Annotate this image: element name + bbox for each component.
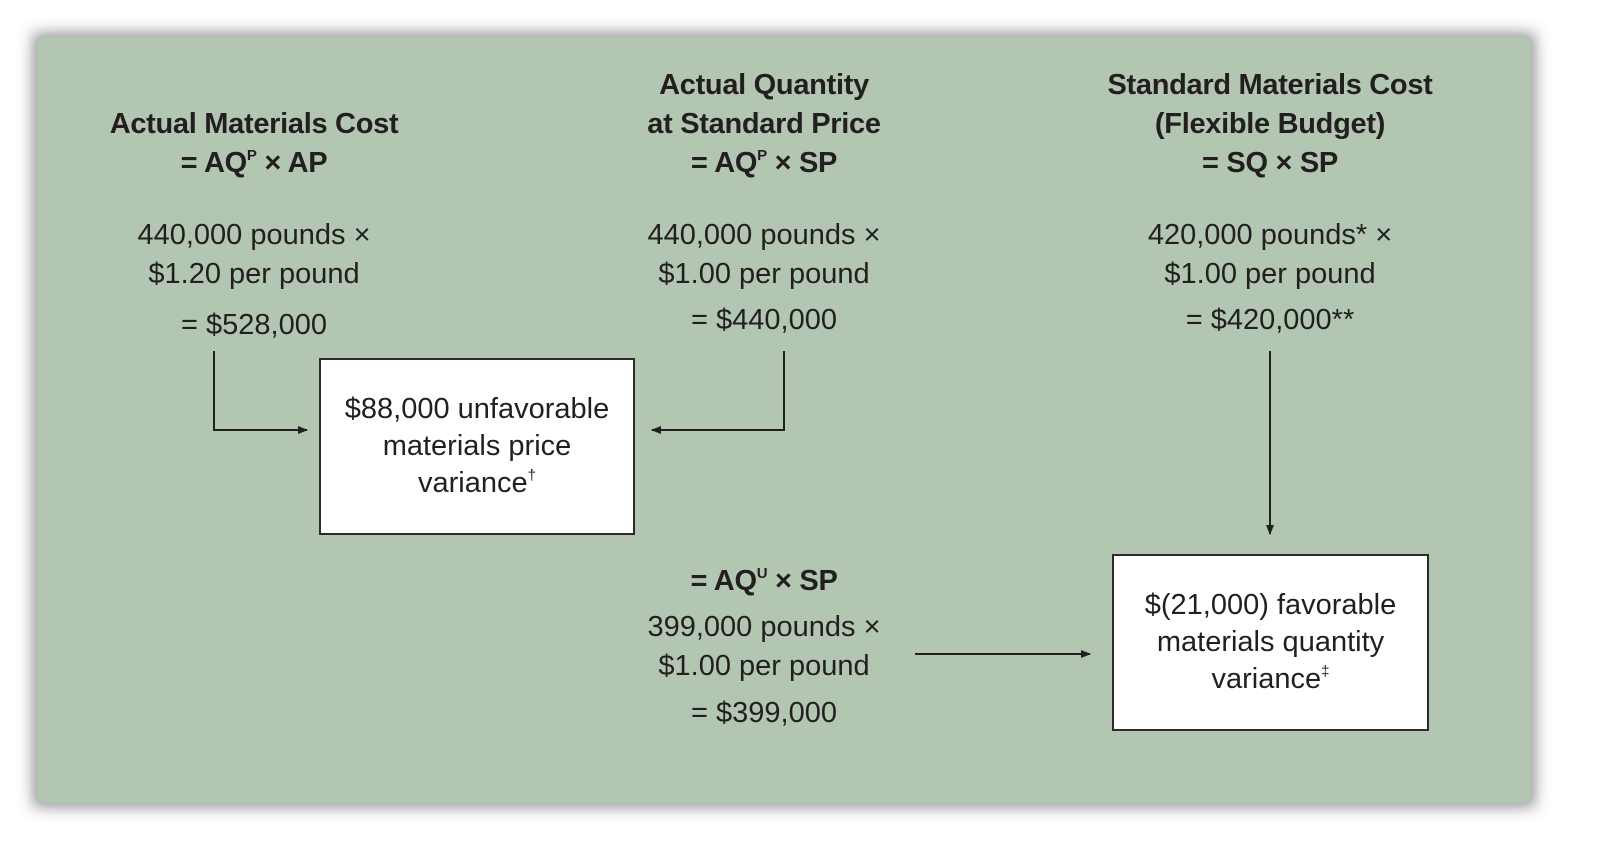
actual-cost-formula: = AQP × AP [180,147,328,179]
aq-sp-formula: = AQP × SP [690,147,838,179]
quantity-variance-box: $(21,000) favorable materials quantity v… [1112,554,1429,731]
superscript-u: U [756,565,768,582]
standard-cost-title-line2: (Flexible Budget) [1154,108,1386,140]
standard-cost-calc: 420,000 pounds* × $1.00 per pound [1148,216,1392,294]
aq-sp-calc: 440,000 pounds × $1.00 per pound [647,216,880,294]
standard-cost-formula: = SQ × SP [1202,147,1338,179]
aq-sp-title-line2: at Standard Price [647,108,881,140]
superscript-p: P [757,147,767,164]
aq-used-formula: = AQU × SP [690,565,838,597]
standard-cost-heading: Standard Materials Cost (Flexible Budget… [1107,66,1432,183]
standard-cost-title-line1: Standard Materials Cost [1107,69,1433,101]
actual-cost-calc: 440,000 pounds × $1.20 per pound [137,216,370,294]
double-dagger-footnote-mark: ‡ [1321,663,1330,680]
dagger-footnote-mark: † [527,467,536,484]
aq-sp-quantity: 440,000 pounds × [647,219,881,251]
aq-used-result: = $399,000 [691,697,837,729]
standard-cost-result: = $420,000** [1185,304,1355,336]
aq-sp-heading: Actual Quantity at Standard Price = AQP … [647,66,881,183]
aq-used-quantity: 399,000 pounds × [647,611,881,643]
aq-sp-price: $1.00 per pound [658,258,870,290]
price-variance-amount: $88,000 unfavorable [344,393,610,425]
actual-cost-price: $1.20 per pound [148,258,360,290]
quantity-variance-amount: $(21,000) favorable [1144,589,1397,621]
actual-cost-quantity: 440,000 pounds × [137,219,371,251]
aq-used-price: $1.00 per pound [658,650,870,682]
aq-used-calc: 399,000 pounds × $1.00 per pound [647,608,880,686]
aq-sp-title-line1: Actual Quantity [659,69,869,101]
actual-cost-heading: Actual Materials Cost = AQP × AP [110,105,399,183]
price-variance-box: $88,000 unfavorable materials price vari… [319,358,635,535]
actual-cost-title: Actual Materials Cost [109,108,399,140]
standard-cost-price: $1.00 per pound [1164,258,1376,290]
superscript-p: P [246,147,257,164]
price-variance-text: $88,000 unfavorable materials price vari… [344,393,610,499]
actual-cost-result: = $528,000 [181,309,327,341]
aq-sp-result: = $440,000 [691,304,837,336]
quantity-variance-text: $(21,000) favorable materials quantity v… [1144,589,1397,695]
standard-cost-quantity: 420,000 pounds* × [1147,219,1393,251]
